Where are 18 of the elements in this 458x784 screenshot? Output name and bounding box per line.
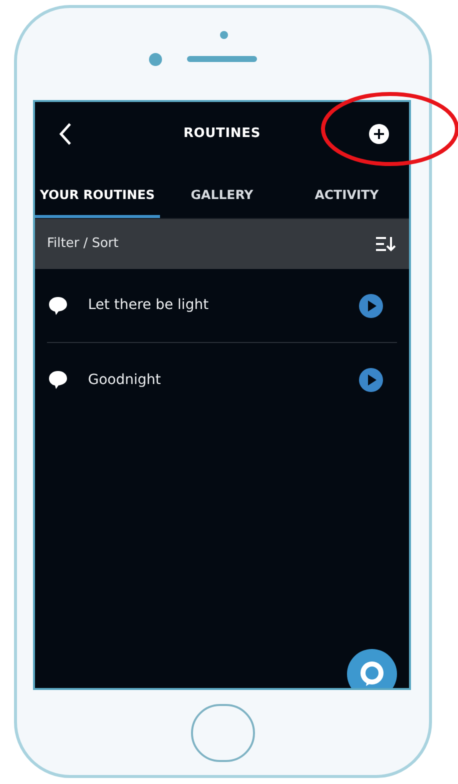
tab[interactable]: ACTIVITY <box>284 176 409 218</box>
voice-assistant-button[interactable] <box>347 649 397 688</box>
screen-title: ROUTINES <box>183 125 261 144</box>
filter-bar[interactable]: Filter / Sort <box>35 219 409 269</box>
add-button[interactable] <box>366 122 391 146</box>
speech-bubble-icon <box>48 296 68 316</box>
play-icon[interactable] <box>359 294 383 318</box>
routine-row[interactable]: Let there be light <box>47 269 397 343</box>
tab[interactable]: GALLERY <box>160 176 284 218</box>
filter-label: Filter / Sort <box>47 235 118 254</box>
sort-icon[interactable] <box>375 236 397 252</box>
speaker-slot <box>187 56 257 62</box>
routine-row[interactable]: Goodnight <box>47 343 397 417</box>
ring-icon <box>359 661 385 687</box>
speech-bubble-icon <box>48 370 68 390</box>
routine-name: Let there be light <box>88 296 210 315</box>
routine-name: Goodnight <box>88 370 162 390</box>
play-icon[interactable] <box>359 368 383 392</box>
